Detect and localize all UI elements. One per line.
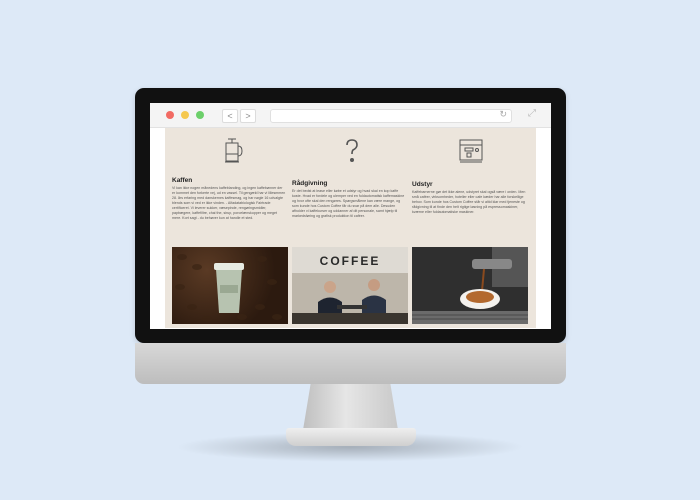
question-mark-icon: [346, 139, 358, 162]
minimize-window-button[interactable]: [181, 111, 189, 119]
column-text: Vi kan ikke nogen månedens kaffeblanding…: [172, 186, 286, 220]
column-title: Udstyr: [412, 181, 433, 188]
column-text: Er det bedst at lease eller købe et udst…: [292, 189, 405, 218]
column-title: Rådgivning: [292, 180, 328, 187]
monitor-chin: [135, 343, 566, 384]
coffee-shop-photo: COFFEE: [292, 247, 408, 324]
webpage-content: Kaffen Vi kan ikke nogen månedens kaffeb…: [165, 128, 536, 328]
coffee-cup-photo: [172, 247, 288, 324]
column-text: Kaffebarnerne gør det ikke alene, udstyr…: [412, 190, 526, 214]
close-window-button[interactable]: [166, 111, 174, 119]
address-bar[interactable]: ↻: [270, 109, 512, 123]
column-title: Kaffen: [172, 177, 193, 184]
browser-toolbar: < > ↻ ⤢: [150, 103, 551, 128]
coffee-shop-illustration: COFFEE: [292, 247, 408, 324]
espresso-pour-photo: [412, 247, 528, 324]
french-press-icon: [225, 138, 243, 163]
maximize-window-button[interactable]: [196, 111, 204, 119]
monitor-stand-neck: [303, 384, 398, 430]
expand-icon[interactable]: ⤢: [528, 108, 536, 119]
monitor-stand-base: [286, 428, 416, 446]
coffee-sign: COFFEE: [320, 254, 381, 268]
back-button[interactable]: <: [222, 109, 238, 123]
forward-button[interactable]: >: [240, 109, 256, 123]
browser-window: < > ↻ ⤢ Kaffen Vi kan ikke nogen måneden…: [150, 103, 551, 329]
espresso-machine-icon: [459, 139, 483, 163]
coffee-beans-illustration: [175, 254, 282, 322]
reload-icon[interactable]: ↻: [499, 109, 507, 120]
espresso-illustration: [412, 247, 528, 324]
